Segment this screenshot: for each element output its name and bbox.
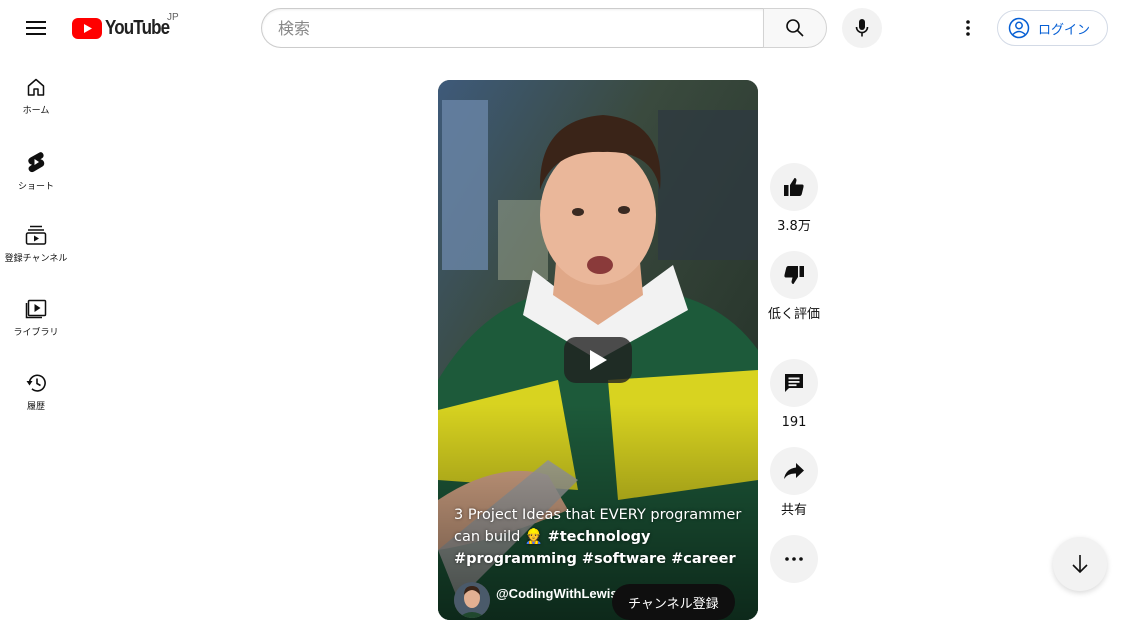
play-icon [590, 350, 607, 370]
search-button[interactable] [763, 8, 827, 48]
microphone-icon [855, 19, 869, 37]
search-input[interactable] [278, 18, 764, 38]
comment-action: 191 [768, 359, 820, 447]
sidebar-item-subscriptions[interactable]: 登録チャンネル [0, 204, 72, 278]
play-button[interactable] [564, 337, 632, 383]
sidebar-item-label: ホーム [22, 106, 50, 116]
channel-bar: @CodingWithLewis チャンネル登録 [454, 582, 754, 620]
shorts-video-player[interactable]: 3 Project Ideas that EVERY programmer ca… [438, 80, 758, 620]
share-button[interactable] [770, 447, 818, 495]
search-field[interactable] [261, 8, 764, 48]
channel-avatar-image [454, 582, 490, 618]
comment-count: 191 [781, 415, 807, 430]
shorts-icon [28, 152, 45, 173]
logo-wordmark: YouTube [105, 16, 170, 39]
horizontal-dots-icon [785, 557, 803, 561]
vertical-dots-icon [966, 20, 970, 36]
more-actions-button[interactable] [770, 535, 818, 583]
sidebar-item-label: ライブラリ [13, 328, 59, 338]
comments-button[interactable] [770, 359, 818, 407]
dislike-button[interactable] [770, 251, 818, 299]
guide-menu-button[interactable] [14, 6, 58, 50]
subscribe-button[interactable]: チャンネル登録 [612, 584, 735, 620]
arrow-down-icon [1072, 555, 1088, 574]
sidebar-item-library[interactable]: ライブラリ [0, 278, 72, 352]
region-code: JP [167, 12, 179, 23]
share-action: 共有 [768, 447, 820, 535]
channel-avatar[interactable] [454, 582, 490, 618]
sidebar-item-shorts[interactable]: ショート [0, 130, 72, 204]
thumbs-down-icon [784, 266, 804, 284]
login-button[interactable]: ログイン [997, 10, 1108, 46]
masthead: YouTube JP ログイン [0, 0, 1124, 56]
home-icon [27, 78, 45, 96]
hamburger-menu-icon [26, 21, 46, 35]
sidebar-item-label: ショート [17, 182, 54, 192]
video-title[interactable]: 3 Project Ideas that EVERY programmer ca… [454, 504, 746, 570]
next-video-button[interactable] [1053, 537, 1107, 591]
sidebar-item-history[interactable]: 履歴 [0, 352, 72, 426]
login-label: ログイン [1038, 22, 1091, 38]
search-icon [786, 19, 804, 37]
subscriptions-icon [25, 225, 47, 245]
sidebar-item-label: 登録チャンネル [4, 254, 68, 264]
mini-guide: ホーム ショート 登録チャンネル ライブラリ 履歴 [0, 56, 72, 426]
comment-icon [785, 374, 803, 392]
dislike-label: 低く評価 [768, 307, 821, 322]
account-circle-icon [1008, 17, 1030, 39]
sidebar-item-home[interactable]: ホーム [0, 56, 72, 130]
like-button[interactable] [770, 163, 818, 211]
shorts-actions: 3.8万 低く評価 191 共有 [768, 163, 820, 583]
like-action: 3.8万 [768, 163, 820, 251]
share-label: 共有 [780, 503, 807, 518]
history-icon [26, 374, 46, 392]
youtube-play-logo-icon [72, 17, 102, 39]
thumbs-up-icon [784, 178, 804, 196]
more-action [768, 535, 820, 583]
settings-menu-button[interactable] [948, 8, 988, 48]
sidebar-item-label: 履歴 [26, 402, 45, 412]
dislike-action: 低く評価 [768, 251, 820, 359]
share-icon [784, 463, 804, 479]
library-icon [25, 299, 47, 319]
youtube-logo[interactable]: YouTube [72, 15, 181, 41]
channel-name[interactable]: @CodingWithLewis [496, 586, 618, 601]
like-count: 3.8万 [777, 219, 811, 234]
voice-search-button[interactable] [842, 8, 882, 48]
